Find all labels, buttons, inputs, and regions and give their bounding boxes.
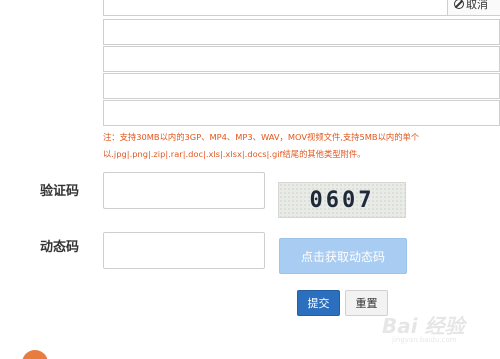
file-upload-row[interactable]: 取消 bbox=[103, 0, 500, 16]
watermark-logo-text: Bai 经验 bbox=[382, 314, 465, 338]
cancel-upload-button[interactable]: 取消 bbox=[447, 0, 500, 15]
dynamic-code-input[interactable] bbox=[103, 232, 265, 269]
file-upload-row[interactable] bbox=[103, 46, 500, 72]
watermark-logo: Bai 经验 jingyan.baidu.com bbox=[382, 308, 497, 348]
file-upload-row[interactable] bbox=[103, 73, 500, 99]
captcha-label: 验证码 bbox=[40, 184, 80, 199]
captcha-input[interactable] bbox=[103, 172, 265, 209]
upload-note: 注：支持30MB以内的3GP、MP4、MP3、WAV，MOV视频文件,支持5MB… bbox=[103, 132, 420, 159]
ban-icon bbox=[454, 0, 464, 9]
captcha-image[interactable]: 0607 bbox=[278, 182, 406, 218]
file-upload-row[interactable] bbox=[103, 19, 500, 45]
watermark-url: jingyan.baidu.com bbox=[392, 336, 457, 344]
get-dynamic-code-button[interactable]: 点击获取动态码 bbox=[279, 238, 407, 274]
cancel-label: 取消 bbox=[466, 0, 488, 11]
submit-button[interactable]: 提交 bbox=[297, 290, 340, 316]
dynamic-code-label: 动态码 bbox=[40, 240, 80, 255]
file-upload-row[interactable] bbox=[103, 100, 500, 126]
avatar bbox=[22, 350, 48, 359]
